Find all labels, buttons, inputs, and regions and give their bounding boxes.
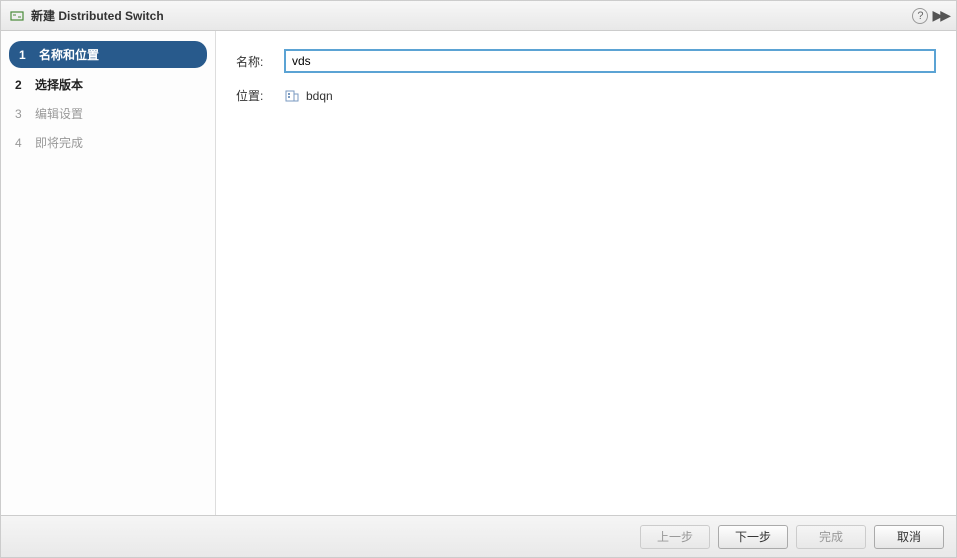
location-row: 位置: bdqn — [236, 87, 936, 104]
step-number: 4 — [15, 136, 27, 150]
location-value: bdqn — [284, 88, 333, 104]
location-label: 位置: — [236, 87, 284, 104]
step-number: 2 — [15, 78, 27, 92]
titlebar: 新建 Distributed Switch ? ▶▶ — [1, 1, 956, 31]
step-label: 名称和位置 — [39, 46, 99, 63]
step-edit-settings: 3 编辑设置 — [1, 99, 215, 128]
step-label: 编辑设置 — [35, 105, 83, 122]
switch-icon — [9, 8, 25, 24]
back-button: 上一步 — [640, 525, 710, 549]
step-number: 1 — [19, 48, 31, 62]
name-row: 名称: — [236, 49, 936, 73]
content-area: 1 名称和位置 2 选择版本 3 编辑设置 4 即将完成 名称: 位置: — [1, 31, 956, 515]
name-label: 名称: — [236, 53, 284, 70]
datacenter-icon — [284, 88, 300, 104]
step-select-version[interactable]: 2 选择版本 — [1, 70, 215, 99]
next-button[interactable]: 下一步 — [718, 525, 788, 549]
step-name-location[interactable]: 1 名称和位置 — [9, 41, 207, 68]
help-icon[interactable]: ? — [912, 8, 928, 24]
step-number: 3 — [15, 107, 27, 121]
main-panel: 名称: 位置: bdqn — [216, 31, 956, 515]
finish-button: 完成 — [796, 525, 866, 549]
wizard-sidebar: 1 名称和位置 2 选择版本 3 编辑设置 4 即将完成 — [1, 31, 216, 515]
titlebar-actions: ? ▶▶ — [912, 7, 948, 24]
step-label: 即将完成 — [35, 134, 83, 151]
location-text: bdqn — [306, 89, 333, 103]
name-input[interactable] — [284, 49, 936, 73]
window-title: 新建 Distributed Switch — [31, 7, 912, 24]
cancel-button[interactable]: 取消 — [874, 525, 944, 549]
expand-icon[interactable]: ▶▶ — [932, 7, 948, 24]
step-ready-complete: 4 即将完成 — [1, 128, 215, 157]
step-label: 选择版本 — [35, 76, 83, 93]
wizard-footer: 上一步 下一步 完成 取消 — [1, 515, 956, 557]
